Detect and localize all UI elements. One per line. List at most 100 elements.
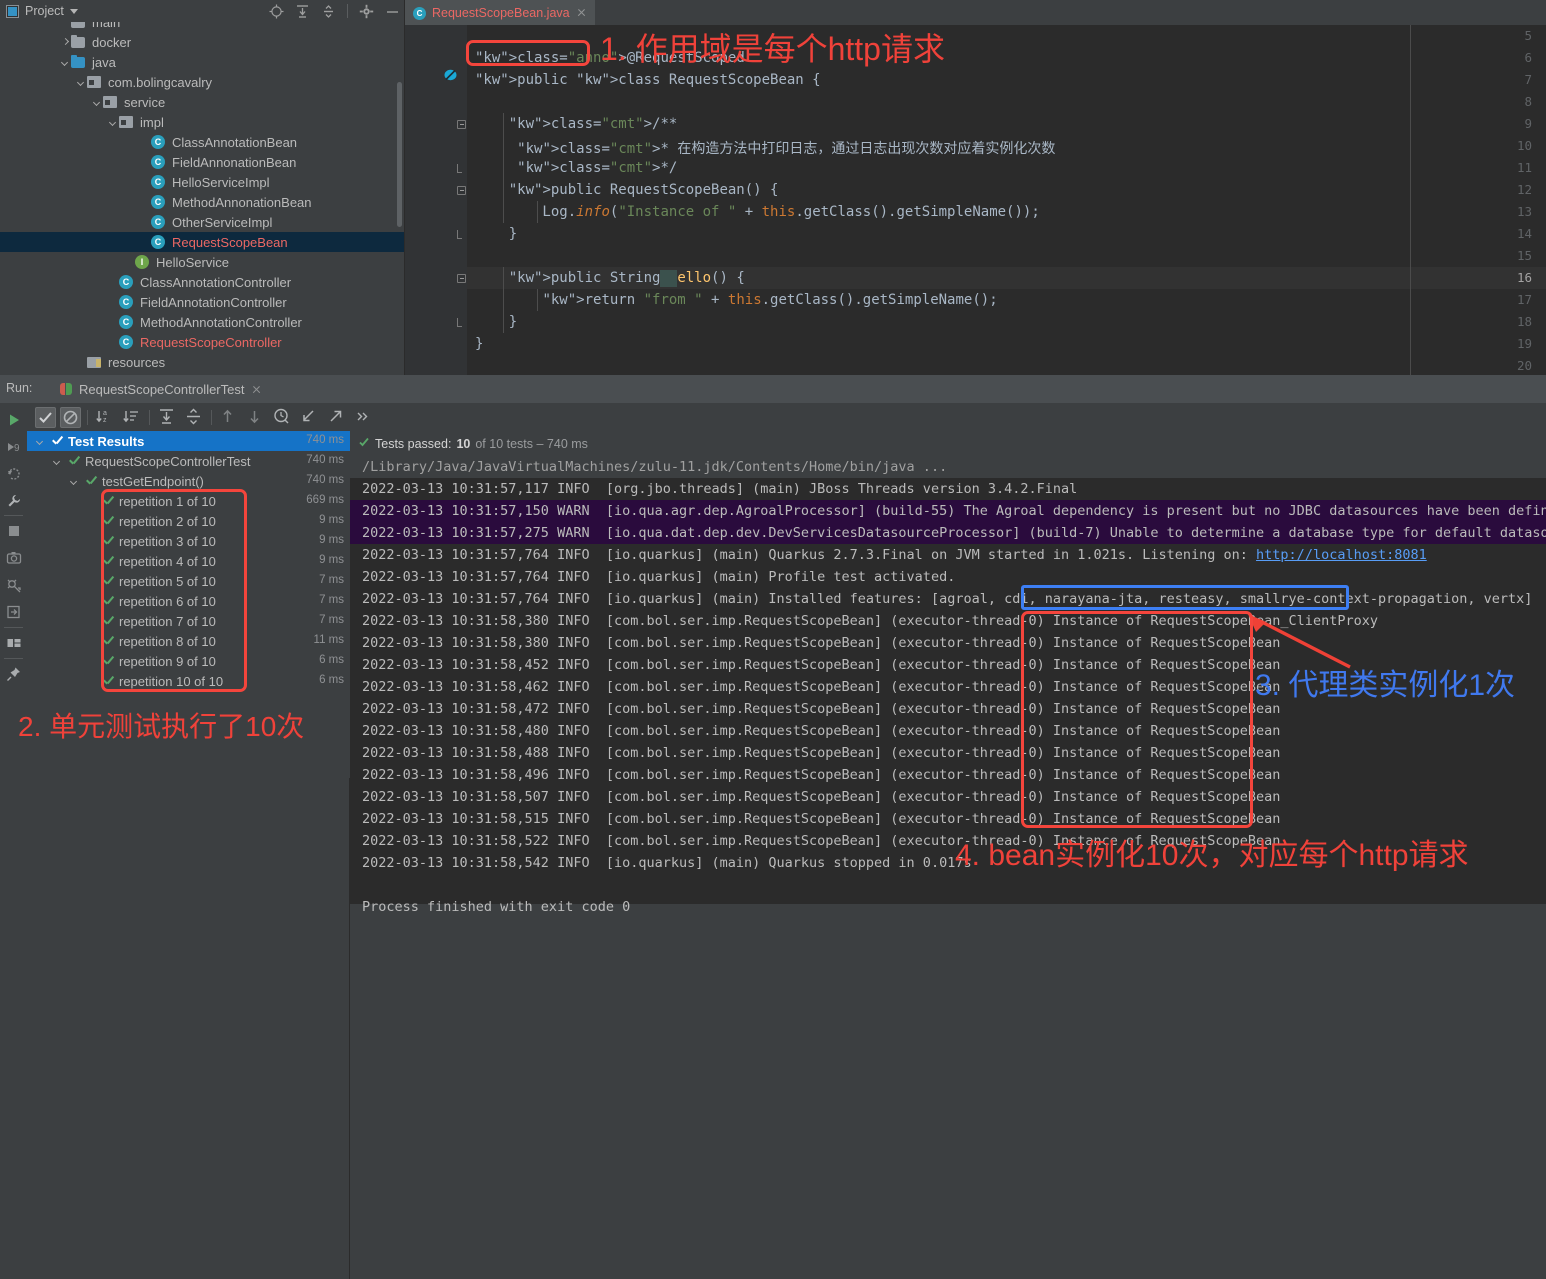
tree-item-java[interactable]: java	[0, 52, 404, 72]
more-actions-icon[interactable]	[353, 407, 374, 428]
editor-text-area[interactable]: "kw">class="anno">@RequestScoped "kw">pub…	[467, 25, 1546, 375]
rerun-failed-icon[interactable]: 9	[6, 439, 22, 455]
expand-all-icon[interactable]	[157, 407, 178, 428]
editor-tab-requestscopebean[interactable]: C RequestScopeBean.java	[405, 0, 595, 25]
run-tab[interactable]: RequestScopeControllerTest	[52, 375, 270, 403]
tree-item-methodannonationbean[interactable]: C MethodAnnonationBean	[0, 192, 404, 212]
project-tree-scrollbar[interactable]	[397, 82, 402, 227]
close-icon[interactable]	[576, 7, 587, 18]
tree-arrow-none	[108, 277, 119, 288]
collapse-all-icon[interactable]	[321, 4, 336, 19]
rerun-automatically-icon[interactable]	[6, 466, 22, 482]
test-duration: 9 ms	[319, 554, 344, 566]
pin-icon[interactable]	[6, 666, 22, 682]
test-result-row[interactable]: RequestScopeControllerTest	[27, 451, 350, 471]
prev-failed-icon[interactable]	[218, 407, 239, 428]
chevron-down-icon[interactable]	[69, 8, 78, 14]
screenshot-icon[interactable]	[6, 550, 22, 566]
fold-marker[interactable]	[457, 186, 466, 195]
chevron-down-icon[interactable]	[108, 117, 119, 128]
code-line-12[interactable]: "kw">public RequestScopeBean() {	[467, 182, 779, 198]
fold-marker[interactable]	[457, 274, 466, 283]
svg-text:z: z	[103, 417, 107, 424]
tree-item-service[interactable]: service	[0, 92, 404, 112]
next-failed-icon[interactable]	[245, 407, 266, 428]
fold-marker[interactable]	[457, 120, 466, 129]
project-tree[interactable]: main docker java com.bolingcavalry service im…	[0, 22, 404, 375]
line-number: 17	[1516, 292, 1532, 307]
collapse-all-icon[interactable]	[184, 407, 205, 428]
editor-tab-label: RequestScopeBean.java	[432, 5, 570, 20]
tree-item-fieldannotationcontroller[interactable]: C FieldAnnotationController	[0, 292, 404, 312]
minimize-icon[interactable]	[385, 4, 400, 19]
tree-item-main[interactable]: main	[0, 22, 404, 32]
layout-icon[interactable]	[6, 635, 22, 651]
toolbar-divider	[211, 410, 212, 425]
locate-icon[interactable]	[269, 4, 284, 19]
code-line-9[interactable]: "kw">class="cmt">/**	[467, 116, 678, 132]
code-line-16[interactable]: "kw">public String hello() {	[467, 270, 745, 286]
tree-item-helloserviceimpl[interactable]: C HelloServiceImpl	[0, 172, 404, 192]
show-passed-toggle[interactable]	[35, 407, 56, 428]
cdi-bean-gutter-icon[interactable]	[443, 68, 458, 83]
project-title-group[interactable]: Project	[6, 4, 78, 18]
tree-item-methodannotationcontroller[interactable]: C MethodAnnotationController	[0, 312, 404, 332]
code-line-19[interactable]: }	[467, 336, 483, 352]
tree-arrow-none	[140, 177, 151, 188]
expand-all-icon[interactable]	[295, 4, 310, 19]
tree-item-classannotationbean[interactable]: C ClassAnnotationBean	[0, 132, 404, 152]
test-result-row[interactable]: Test Results	[27, 431, 350, 451]
tree-item-otherserviceimpl[interactable]: C OtherServiceImpl	[0, 212, 404, 232]
line-number: 12	[1516, 182, 1532, 197]
gear-icon[interactable]	[359, 4, 374, 19]
tree-item-com-bolingcavalry[interactable]: com.bolingcavalry	[0, 72, 404, 92]
annotation-text-1: 1. 作用域是每个http请求	[600, 31, 945, 67]
chevron-down-icon[interactable]	[69, 476, 80, 487]
chevron-down-icon[interactable]	[92, 97, 103, 108]
code-line-18[interactable]: }	[467, 314, 517, 330]
import-tests-icon[interactable]	[299, 407, 320, 428]
chevron-down-icon[interactable]	[76, 77, 87, 88]
close-icon[interactable]	[251, 384, 262, 395]
tree-item-docker[interactable]: docker	[0, 32, 404, 52]
tree-item-resources[interactable]: resources	[0, 352, 404, 372]
package-icon	[103, 94, 119, 110]
sort-by-duration-icon[interactable]	[122, 407, 143, 428]
dump-threads-icon[interactable]	[6, 577, 22, 593]
fold-marker[interactable]	[457, 230, 466, 239]
rerun-icon[interactable]	[6, 412, 22, 428]
sort-alphabetically-icon[interactable]: az	[95, 407, 116, 428]
console-link[interactable]: http://localhost:8081	[1256, 547, 1427, 563]
resources-folder-icon	[87, 354, 103, 370]
tree-item-helloservice[interactable]: I HelloService	[0, 252, 404, 272]
code-line-13[interactable]: Log.info("Instance of " + this.getClass(…	[467, 204, 1039, 220]
exit-icon[interactable]	[6, 604, 22, 620]
tree-item-label: impl	[140, 114, 164, 130]
tree-item-requestscopebean[interactable]: C RequestScopeBean	[0, 232, 404, 252]
console-line: 2022-03-13 10:31:58,515 INFO [com.bol.se…	[362, 811, 1281, 827]
chevron-down-icon[interactable]	[52, 456, 63, 467]
tree-item-classannotationcontroller[interactable]: C ClassAnnotationController	[0, 272, 404, 292]
stop-icon[interactable]	[6, 523, 22, 539]
chevron-right-icon[interactable]	[60, 37, 71, 48]
fold-marker[interactable]	[457, 318, 466, 327]
tree-item-fieldannonationbean[interactable]: C FieldAnnonationBean	[0, 152, 404, 172]
hide-ignored-toggle[interactable]	[60, 407, 81, 428]
code-line-7[interactable]: "kw">public "kw">class RequestScopeBean …	[467, 72, 821, 88]
tree-item-requestscopecontroller[interactable]: C RequestScopeController	[0, 332, 404, 352]
code-line-17[interactable]: "kw">return "from " + this.getClass().ge…	[467, 292, 997, 308]
class-icon: C	[151, 194, 167, 210]
fold-marker[interactable]	[457, 164, 466, 173]
chevron-down-icon[interactable]	[35, 436, 46, 447]
test-result-row[interactable]: testGetEndpoint()	[27, 471, 350, 491]
settings-wrench-icon[interactable]	[6, 493, 22, 509]
chevron-down-icon[interactable]	[60, 57, 71, 68]
code-line-11[interactable]: "kw">class="cmt">*/	[467, 160, 677, 176]
tree-item-impl[interactable]: impl	[0, 112, 404, 132]
history-icon[interactable]	[272, 407, 293, 428]
code-line-14[interactable]: }	[467, 226, 517, 242]
project-panel: Project main docker java com.bolingcaval…	[0, 0, 404, 375]
code-line-10[interactable]: "kw">class="cmt">* 在构造方法中打印日志，通过日志出现次数对应…	[467, 138, 1055, 158]
export-tests-icon[interactable]	[326, 407, 347, 428]
